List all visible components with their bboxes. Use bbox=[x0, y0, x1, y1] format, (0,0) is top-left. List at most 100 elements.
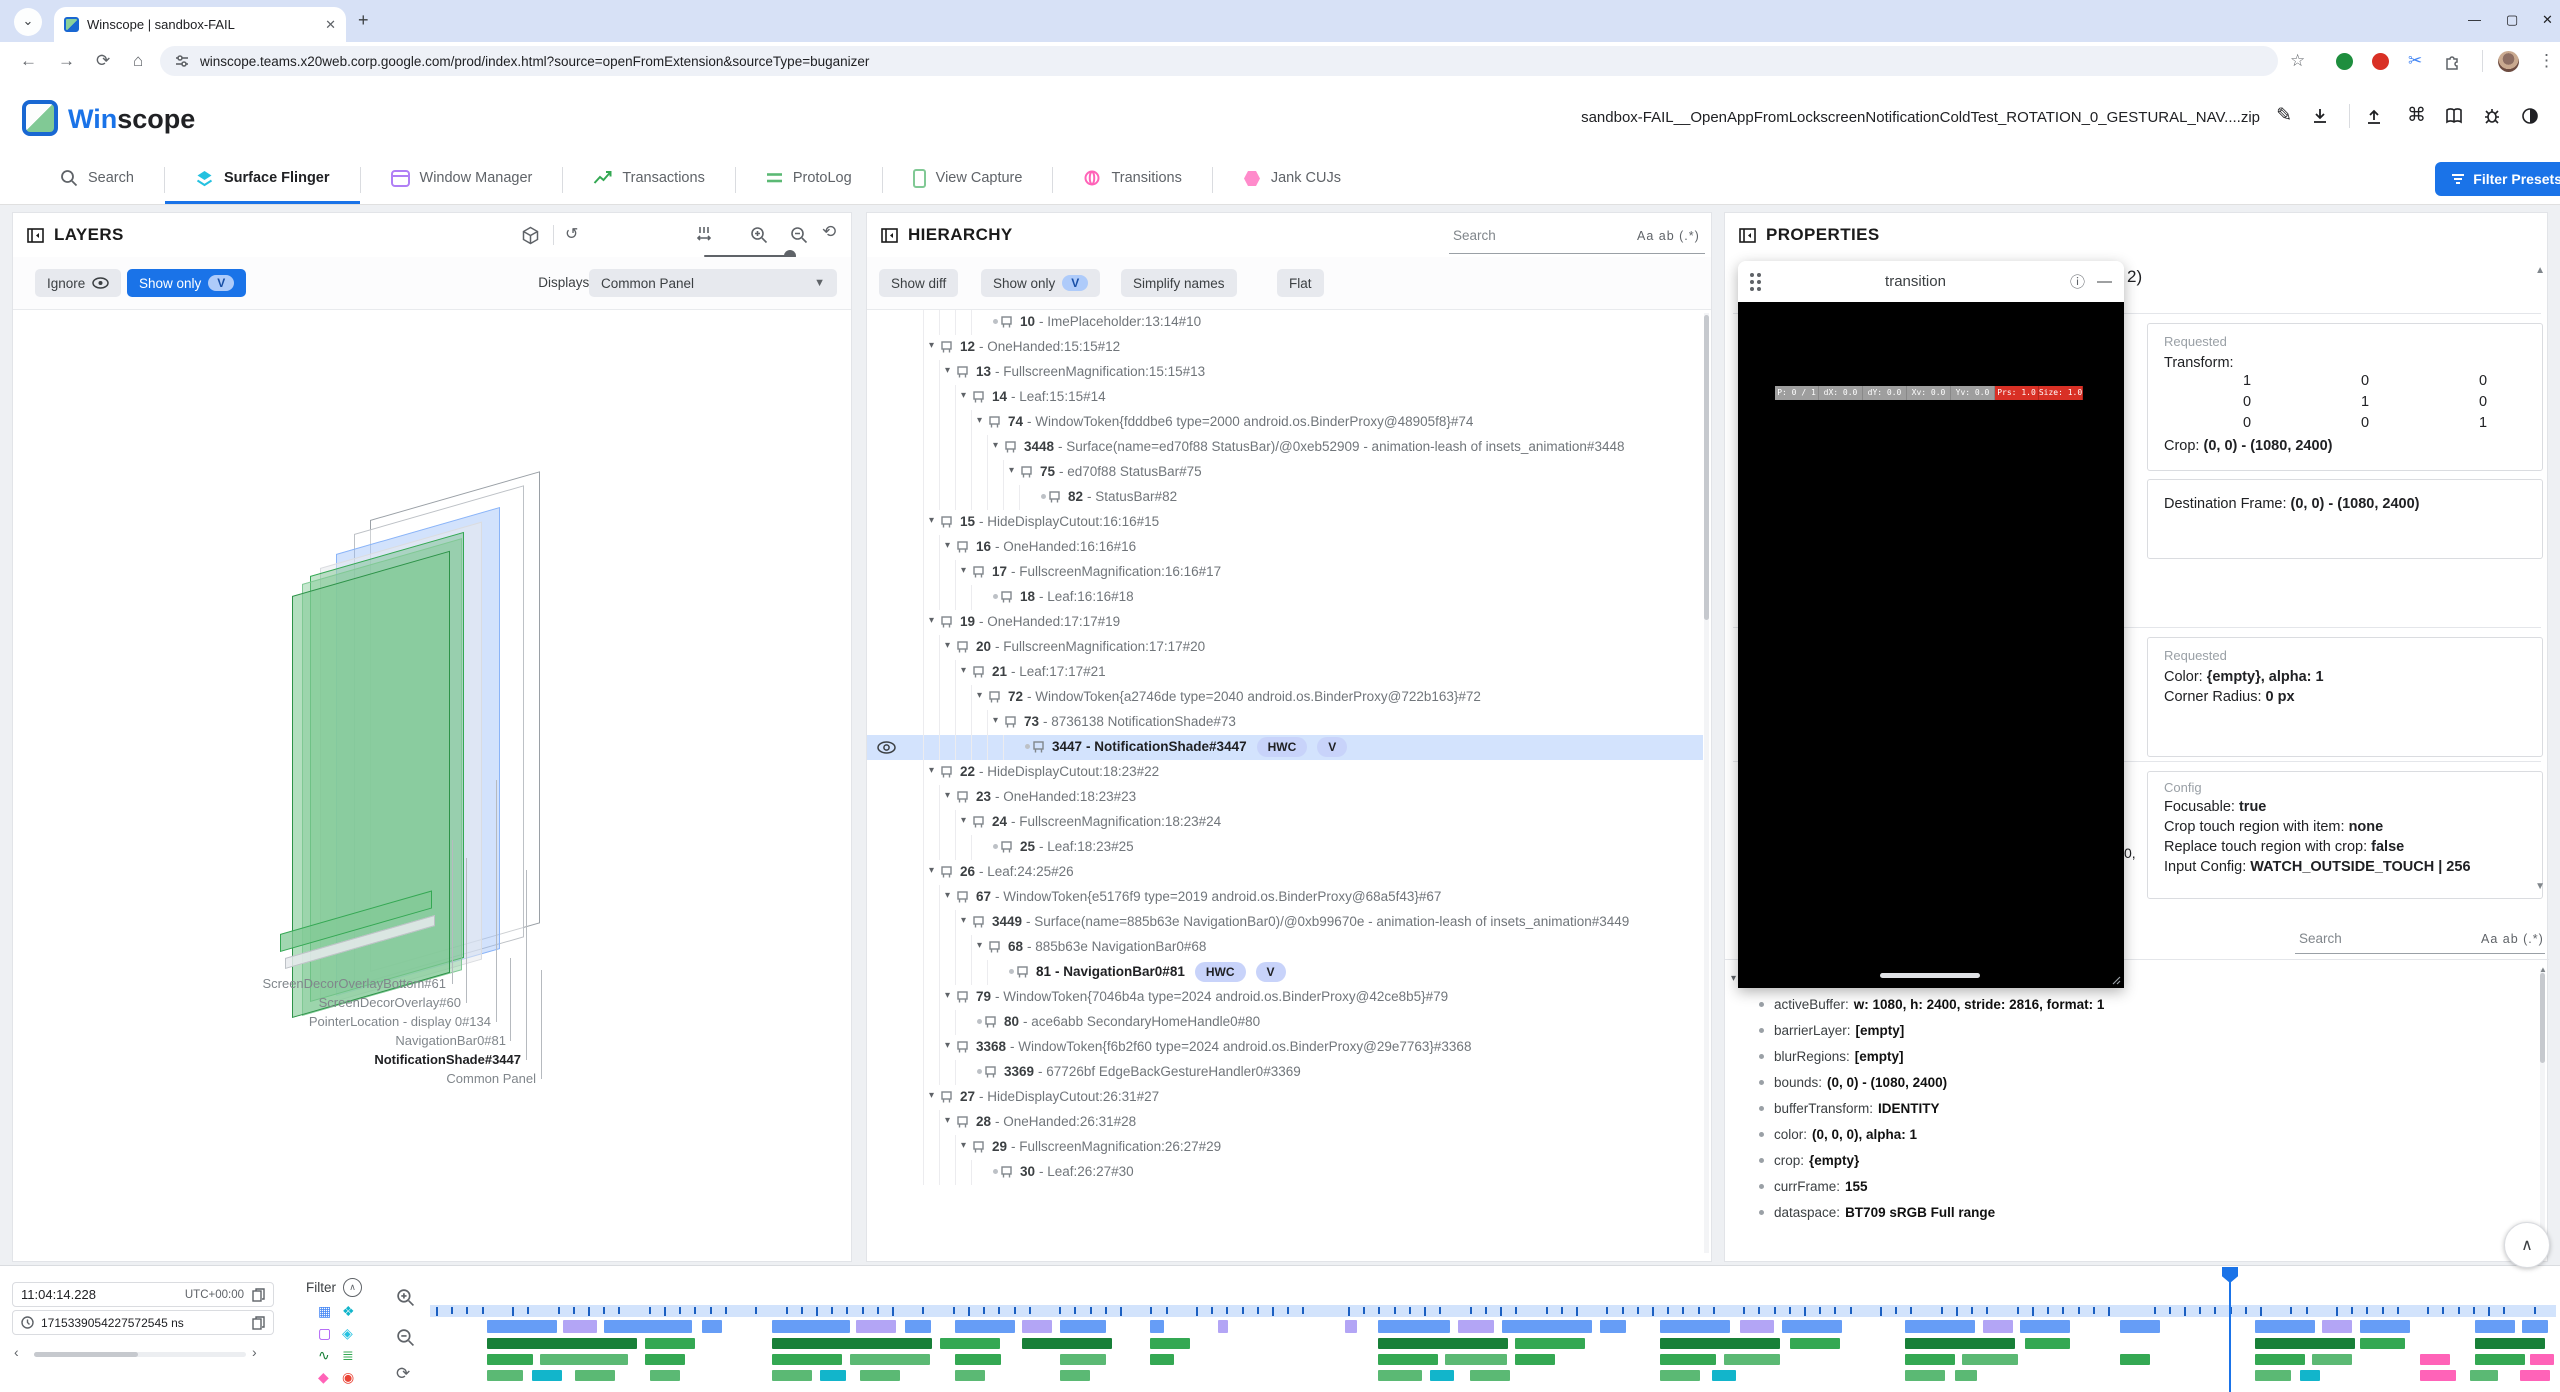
trace-segment[interactable] bbox=[2522, 1320, 2548, 1333]
trace-segment[interactable] bbox=[1458, 1320, 1494, 1333]
trace-segment[interactable] bbox=[1515, 1354, 1555, 1365]
window-close-button[interactable]: ✕ bbox=[2542, 12, 2553, 28]
drag-handle-icon[interactable] bbox=[1750, 273, 1761, 291]
tree-row-3368[interactable]: ▾3368- WindowToken{f6b2f60 type=2024 and… bbox=[867, 1035, 1703, 1060]
tree-row-3369[interactable]: 3369- 67726bf EdgeBackGestureHandler0#33… bbox=[867, 1060, 1703, 1085]
collapse-panel-icon[interactable] bbox=[1739, 228, 1756, 243]
hierarchy-scrollbar[interactable] bbox=[1704, 313, 1709, 1253]
trace-segment[interactable] bbox=[1060, 1320, 1106, 1333]
properties-scrollbar[interactable]: ▲ bbox=[2540, 969, 2545, 1259]
tree-row-20[interactable]: ▾20- FullscreenMagnification:17:17#20 bbox=[867, 635, 1703, 660]
zoom-in-icon[interactable] bbox=[750, 226, 768, 244]
trace-segment[interactable] bbox=[563, 1320, 597, 1333]
property-row[interactable]: dataspace:BT709 sRGB Full range bbox=[1725, 1199, 2541, 1225]
property-row[interactable]: bufferTransform:IDENTITY bbox=[1725, 1095, 2541, 1121]
search-flags-icons[interactable]: Aa ab (.*) bbox=[1637, 229, 1700, 243]
trace-icon[interactable]: ◆ bbox=[318, 1370, 329, 1384]
window-minimize-button[interactable]: — bbox=[2468, 12, 2481, 27]
trace-segment[interactable] bbox=[1782, 1320, 1842, 1333]
ignore-chip[interactable]: Ignore bbox=[35, 269, 121, 297]
trace-segment[interactable] bbox=[2475, 1354, 2525, 1365]
chip-simplify-names[interactable]: Simplify names bbox=[1121, 269, 1237, 297]
trace-segment[interactable] bbox=[2255, 1320, 2315, 1333]
trace-segment[interactable] bbox=[1962, 1354, 2018, 1365]
trace-segment[interactable] bbox=[2475, 1320, 2515, 1333]
shortcuts-cmd-icon[interactable]: ⌘ bbox=[2407, 104, 2426, 127]
trace-segment[interactable] bbox=[1905, 1370, 1945, 1381]
trace-segment[interactable] bbox=[2360, 1338, 2405, 1349]
hierarchy-tree[interactable]: 10- ImePlaceholder:13:14#10▾12- OneHande… bbox=[867, 310, 1703, 1261]
tree-row-3449[interactable]: ▾3449- Surface(name=885b63e NavigationBa… bbox=[867, 910, 1703, 935]
tab-close-icon[interactable]: ✕ bbox=[325, 17, 336, 33]
trace-segment[interactable] bbox=[772, 1338, 932, 1349]
trace-segment[interactable] bbox=[772, 1320, 850, 1333]
trace-segment[interactable] bbox=[540, 1354, 628, 1365]
rotate-view-icon[interactable]: ↺ bbox=[565, 224, 578, 244]
property-row[interactable]: barrierLayer:[empty] bbox=[1725, 1017, 2541, 1043]
extension-green-icon[interactable] bbox=[2336, 53, 2353, 70]
collapse-arrow-icon[interactable]: ▾ bbox=[961, 565, 973, 576]
trace-icon[interactable]: ❖ bbox=[342, 1304, 355, 1318]
trace-segment[interactable] bbox=[2530, 1354, 2554, 1365]
trace-segment[interactable] bbox=[772, 1354, 842, 1365]
collapse-arrow-icon[interactable]: ▾ bbox=[929, 515, 941, 526]
info-icon[interactable]: ⓘ bbox=[2070, 271, 2085, 292]
trace-segment[interactable] bbox=[487, 1338, 637, 1349]
trace-segment[interactable] bbox=[1983, 1320, 2013, 1333]
trace-segment[interactable] bbox=[1345, 1320, 1357, 1333]
trace-segment[interactable] bbox=[2255, 1338, 2355, 1349]
tree-row-79[interactable]: ▾79- WindowToken{7046b4a type=2024 andro… bbox=[867, 985, 1703, 1010]
trace-segment[interactable] bbox=[702, 1320, 722, 1333]
documentation-book-icon[interactable] bbox=[2444, 106, 2464, 126]
tab-surface-flinger[interactable]: Surface Flinger bbox=[165, 155, 360, 204]
collapse-arrow-icon[interactable]: ▾ bbox=[961, 815, 973, 826]
tree-row-28[interactable]: ▾28- OneHanded:26:31#28 bbox=[867, 1110, 1703, 1135]
trace-icon[interactable]: ∿ bbox=[318, 1348, 330, 1362]
trace-segment[interactable] bbox=[860, 1370, 900, 1381]
tree-row-13[interactable]: ▾13- FullscreenMagnification:15:15#13 bbox=[867, 360, 1703, 385]
trace-segment[interactable] bbox=[1905, 1354, 1955, 1365]
layer-label[interactable]: Common Panel bbox=[446, 1071, 536, 1086]
collapse-arrow-icon[interactable]: ▾ bbox=[945, 540, 957, 551]
copy-icon[interactable] bbox=[252, 1288, 265, 1302]
trace-segment[interactable] bbox=[1660, 1320, 1730, 1333]
report-bug-icon[interactable] bbox=[2482, 106, 2502, 126]
trace-segment[interactable] bbox=[2312, 1354, 2352, 1365]
expand-timeline-button[interactable]: ∧ bbox=[2504, 1222, 2550, 1268]
filter-presets-button[interactable]: Filter Presets bbox=[2435, 162, 2560, 196]
trace-segment[interactable] bbox=[645, 1354, 685, 1365]
collapse-panel-icon[interactable] bbox=[27, 228, 44, 243]
collapse-arrow-icon[interactable]: ▾ bbox=[977, 415, 989, 426]
trace-segment[interactable] bbox=[850, 1354, 930, 1365]
trace-segment[interactable] bbox=[1150, 1354, 1174, 1365]
tree-row-27[interactable]: ▾27- HideDisplayCutout:26:31#27 bbox=[867, 1085, 1703, 1110]
trace-segment[interactable] bbox=[1470, 1370, 1510, 1381]
tab-view-capture[interactable]: View Capture bbox=[883, 155, 1053, 204]
layer-rect-6[interactable] bbox=[292, 551, 450, 1018]
property-row[interactable]: bounds:(0, 0) - (1080, 2400) bbox=[1725, 1069, 2541, 1095]
property-row[interactable]: color:(0, 0, 0), alpha: 1 bbox=[1725, 1121, 2541, 1147]
trace-segment[interactable] bbox=[1905, 1320, 1975, 1333]
collapse-panel-icon[interactable] bbox=[881, 228, 898, 243]
trace-segment[interactable] bbox=[604, 1320, 692, 1333]
tree-row-72[interactable]: ▾72- WindowToken{a2746de type=2040 andro… bbox=[867, 685, 1703, 710]
trace-segment[interactable] bbox=[1022, 1320, 1052, 1333]
layer-spacing-icon[interactable] bbox=[695, 225, 713, 243]
tree-row-30[interactable]: 30- Leaf:26:27#30 bbox=[867, 1160, 1703, 1185]
trace-segment[interactable] bbox=[650, 1370, 680, 1381]
collapse-arrow-icon[interactable]: ▾ bbox=[929, 1090, 941, 1101]
layer-label[interactable]: ScreenDecorOverlayBottom#61 bbox=[262, 976, 446, 991]
trace-segment[interactable] bbox=[1150, 1338, 1190, 1349]
download-icon[interactable] bbox=[2310, 106, 2330, 126]
trace-segment[interactable] bbox=[2300, 1370, 2320, 1381]
trace-icon[interactable]: ▢ bbox=[318, 1326, 331, 1340]
property-row[interactable]: crop:{empty} bbox=[1725, 1147, 2541, 1173]
forward-icon[interactable]: → bbox=[58, 51, 75, 71]
tab-search-chevron-icon[interactable]: ⌄ bbox=[14, 8, 42, 36]
trace-segment[interactable] bbox=[1150, 1320, 1164, 1333]
upload-icon[interactable] bbox=[2364, 106, 2384, 126]
tab-protolog[interactable]: ProtoLog bbox=[736, 155, 882, 204]
tree-row-75[interactable]: ▾75- ed70f88 StatusBar#75 bbox=[867, 460, 1703, 485]
sf-entry-band[interactable] bbox=[430, 1305, 2556, 1317]
tab-transactions[interactable]: Transactions bbox=[563, 155, 734, 204]
